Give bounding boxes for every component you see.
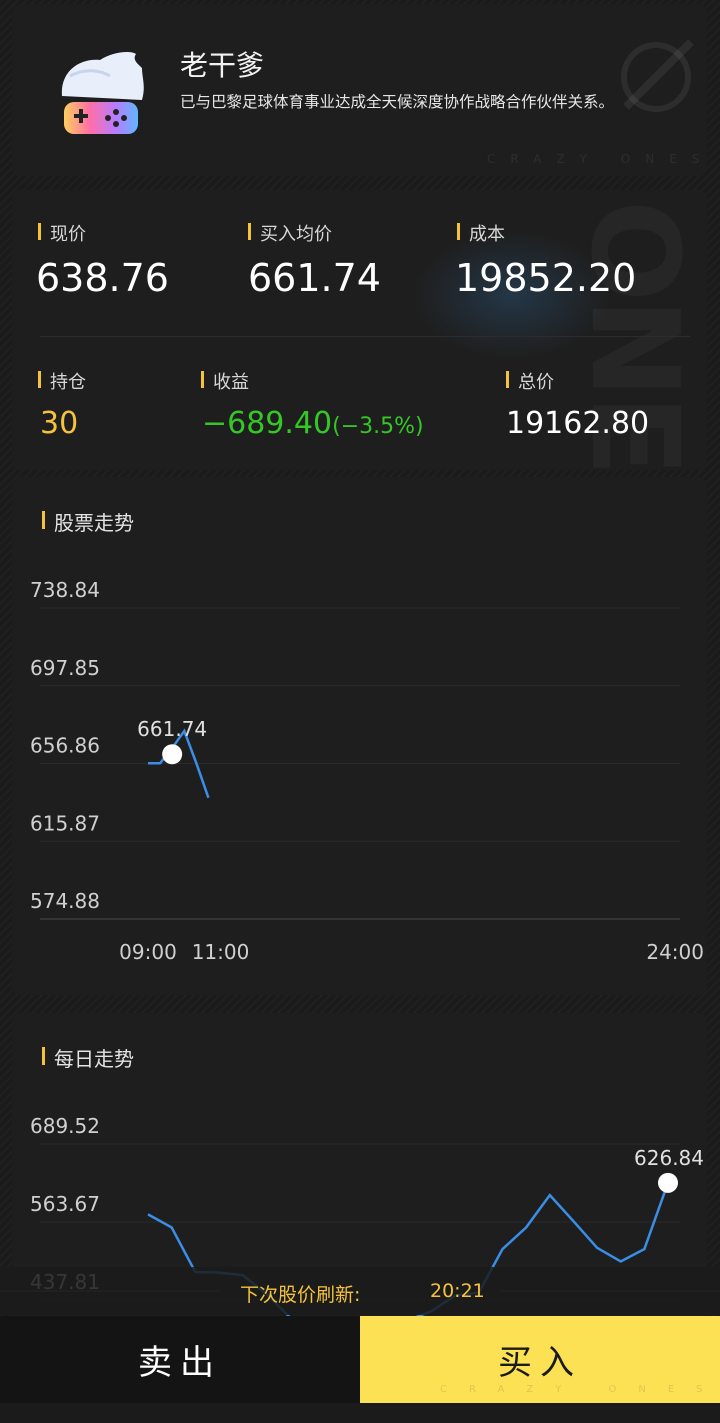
current-price-value: 638.76 bbox=[36, 256, 169, 300]
latest-price-marker bbox=[658, 1172, 678, 1193]
brand-logo-icon bbox=[621, 39, 694, 112]
profit-label: 收益 bbox=[201, 368, 249, 394]
x-tick-label: 24:00 bbox=[646, 940, 704, 964]
cost-label: 成本 bbox=[457, 220, 505, 246]
company-header-card: 老干爹 已与巴黎足球体育事业达成全天候深度协作战略合作伙伴关系。 CRAZY O… bbox=[12, 4, 707, 176]
holding-value: 30 bbox=[40, 406, 79, 441]
current-price-label: 现价 bbox=[38, 220, 86, 246]
avg-buy-price-label: 买入均价 bbox=[248, 220, 332, 246]
gamer-avatar-icon bbox=[61, 52, 144, 134]
bottom-strip bbox=[0, 1403, 720, 1423]
latest-price-marker-label: 626.84 bbox=[634, 1146, 704, 1170]
buy-button-watermark: CRAZY ONES bbox=[440, 1384, 720, 1395]
avg-price-marker-label: 661.74 bbox=[137, 717, 207, 741]
y-tick-label: 656.86 bbox=[30, 734, 100, 758]
refresh-countdown: 20:21 bbox=[430, 1280, 485, 1302]
avg-price-marker bbox=[162, 744, 183, 765]
total-value: 19162.80 bbox=[506, 406, 650, 441]
y-tick-label: 563.67 bbox=[30, 1192, 100, 1216]
profit-percent: (−3.5%) bbox=[332, 414, 424, 439]
y-tick-label: 738.84 bbox=[30, 578, 100, 602]
brand-watermark: CRAZY ONES bbox=[487, 152, 707, 166]
holding-label: 持仓 bbox=[38, 368, 86, 394]
y-tick-label: 574.88 bbox=[30, 889, 100, 913]
intraday-chart-card: 股票走势 738.84 697.85 656.86 615.87 574.88 09:00… bbox=[12, 477, 707, 995]
y-tick-label: 697.85 bbox=[30, 656, 100, 680]
company-description: 已与巴黎足球体育事业达成全天候深度协作战略合作伙伴关系。 bbox=[180, 93, 615, 111]
y-tick-label: 615.87 bbox=[30, 811, 100, 835]
position-stats-card: ONES 现价 638.76 买入均价 661.74 成本 19852.20 持… bbox=[12, 190, 707, 470]
intraday-line-chart: 738.84 697.85 656.86 615.87 574.88 09:00 11:00… bbox=[30, 578, 704, 964]
x-tick-label: 11:00 bbox=[192, 940, 250, 964]
y-tick-label: 689.52 bbox=[30, 1114, 100, 1138]
sell-button[interactable]: 卖出 bbox=[0, 1316, 360, 1403]
x-tick-label: 09:00 bbox=[119, 940, 177, 964]
avg-buy-price-value: 661.74 bbox=[248, 256, 381, 300]
profit-amount: −689.40 bbox=[202, 406, 333, 441]
company-name: 老干爹 bbox=[180, 49, 265, 82]
cost-value: 19852.20 bbox=[455, 256, 637, 300]
total-label: 总价 bbox=[506, 368, 554, 394]
stats-divider bbox=[40, 336, 690, 337]
refresh-label: 下次股价刷新: bbox=[240, 1284, 361, 1306]
profit-value: −689.40(−3.5%) bbox=[202, 406, 424, 441]
